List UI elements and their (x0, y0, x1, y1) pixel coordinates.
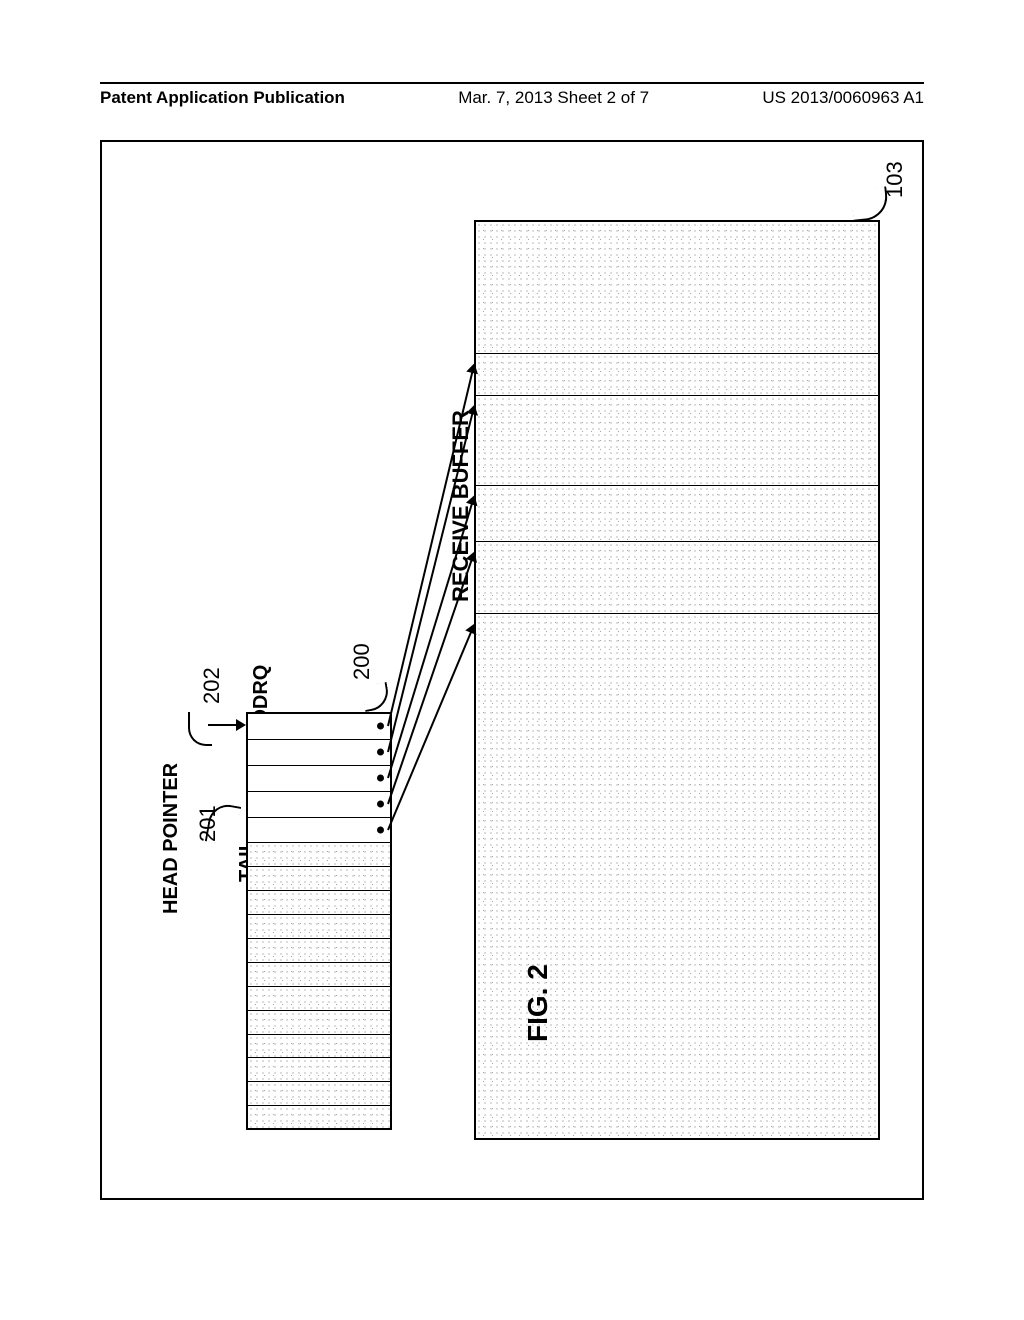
addrq-queue (246, 712, 392, 1130)
addrq-row (248, 939, 390, 963)
pointer-dot (377, 723, 384, 730)
receive-buffer-segment (476, 542, 878, 614)
addrq-row (248, 1058, 390, 1082)
addrq-row (248, 987, 390, 1011)
addrq-row (248, 843, 390, 867)
receive-buffer-segment (476, 614, 878, 1138)
pointer-dot (377, 749, 384, 756)
pointer-dot (377, 775, 384, 782)
ref-202: 202 (199, 667, 225, 704)
addrq-row (248, 867, 390, 891)
page-header: Patent Application Publication Mar. 7, 2… (100, 82, 924, 108)
pointer-arrow (387, 625, 475, 831)
receive-buffer-segment (476, 486, 878, 542)
addrq-row (248, 1082, 390, 1106)
pointer-dot (377, 801, 384, 808)
leader-200 (361, 682, 391, 712)
ref-200: 200 (349, 643, 375, 680)
leader-202 (188, 712, 212, 746)
addrq-row (248, 891, 390, 915)
receive-buffer (474, 220, 880, 1140)
addrq-row (248, 740, 390, 766)
header-right: US 2013/0060963 A1 (762, 88, 924, 108)
addrq-row (248, 766, 390, 792)
addrq-row (248, 1035, 390, 1059)
pointer-dot (377, 826, 384, 833)
addrq-row (248, 818, 390, 844)
addrq-row (248, 963, 390, 987)
header-left: Patent Application Publication (100, 88, 345, 108)
figure-area: ADDRQ 200 HEAD POINTER 202 201 TAIL 103 … (100, 140, 924, 1200)
leader-103 (850, 186, 889, 222)
addrq-row (248, 1106, 390, 1128)
receive-buffer-segment (476, 396, 878, 486)
receive-buffer-segment (476, 354, 878, 396)
head-pointer-label: HEAD POINTER (160, 763, 183, 914)
addrq-row (248, 1011, 390, 1035)
head-pointer-arrow (208, 724, 244, 726)
receive-buffer-segment (476, 222, 878, 354)
addrq-row (248, 714, 390, 740)
header-center: Mar. 7, 2013 Sheet 2 of 7 (458, 88, 649, 108)
addrq-row (248, 915, 390, 939)
addrq-row (248, 792, 390, 818)
